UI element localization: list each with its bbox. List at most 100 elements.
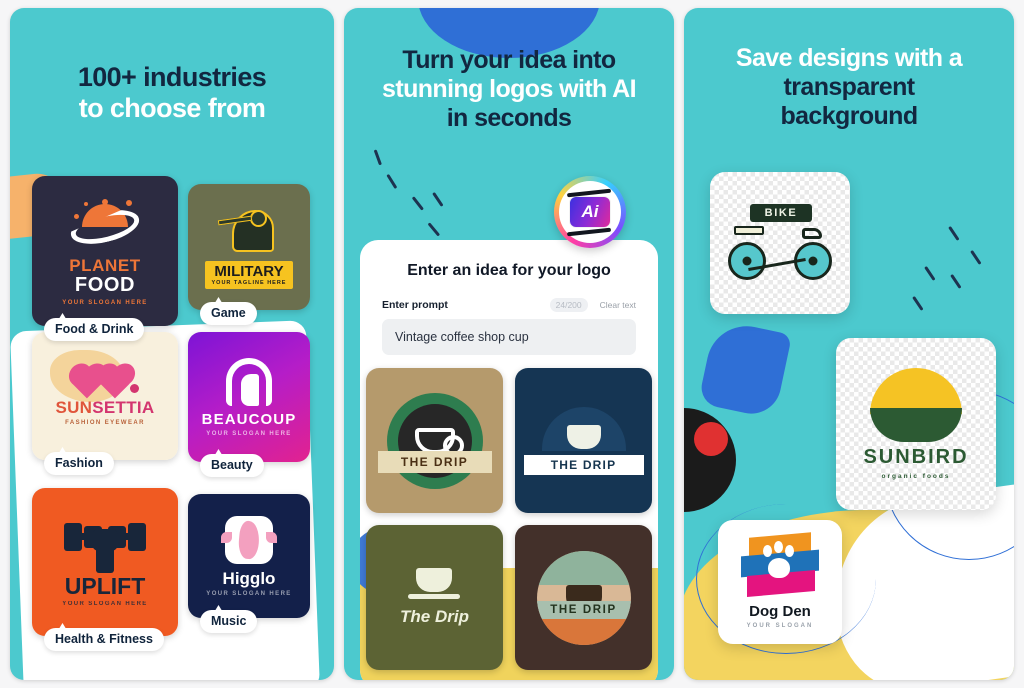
logo-name: SUNSETTIA bbox=[55, 398, 155, 417]
ai-badge: Ai bbox=[554, 176, 626, 248]
logo-slogan: YOUR SLOGAN HERE bbox=[62, 300, 148, 306]
logo-artwork-uplift: UPLIFT YOUR SLOGAN HERE bbox=[32, 488, 178, 636]
logo-name: MILITARY bbox=[214, 262, 284, 280]
soldier-icon bbox=[216, 206, 282, 258]
ai-badge-inner: Ai bbox=[559, 181, 621, 243]
harp-icon bbox=[221, 515, 277, 564]
prompt-label: Enter prompt bbox=[382, 299, 448, 311]
logo-name-line-1: PLANET bbox=[69, 256, 141, 275]
app-store-screenshot-gallery: 100+ industries to choose from PLANET FO… bbox=[0, 0, 1024, 688]
logo-artwork-bike: BIKE bbox=[724, 204, 836, 282]
logo-slogan: organic foods bbox=[881, 473, 951, 480]
logo-artwork-drip-retro: THE DRIP bbox=[536, 550, 631, 645]
clear-text-button[interactable]: Clear text bbox=[600, 300, 636, 310]
logo-slogan: YOUR SLOGAN HERE bbox=[62, 601, 148, 607]
logo-name: The Drip bbox=[400, 607, 469, 626]
logo-artwork-sunbird bbox=[860, 368, 972, 442]
page-title: 100+ industries to choose from bbox=[10, 8, 334, 124]
logo-name: Higglo bbox=[222, 568, 276, 588]
prompt-input[interactable]: Vintage coffee shop cup bbox=[382, 319, 636, 355]
dumbbell-fist-icon bbox=[62, 517, 148, 575]
ai-bar-top-icon bbox=[566, 188, 612, 197]
industry-card-health-fitness[interactable]: UPLIFT YOUR SLOGAN HERE Health & Fitness bbox=[32, 488, 178, 651]
saucer-icon bbox=[408, 594, 461, 599]
headline-line-1: 100+ industries bbox=[77, 62, 267, 92]
generated-logo-card-4[interactable]: THE DRIP bbox=[515, 525, 652, 670]
paw-print-icon bbox=[763, 541, 797, 587]
panel-ai-generator: Turn your idea into stunning logos with … bbox=[344, 8, 674, 680]
headline-line-2: transparent bbox=[783, 72, 916, 101]
prompt-meta: 24/200 Clear text bbox=[549, 298, 636, 312]
headline-line-1: Turn your idea into bbox=[402, 46, 616, 74]
generated-logo-card-3[interactable]: The Drip bbox=[366, 525, 503, 670]
industry-card-grid: PLANET FOOD YOUR SLOGAN HERE Food & Drin… bbox=[32, 176, 312, 651]
coffee-cup-icon bbox=[416, 568, 453, 592]
headline-line-3: background bbox=[780, 101, 918, 130]
logo-slogan: YOUR SLOGAN bbox=[746, 623, 814, 629]
headline-line-2: to choose from bbox=[78, 93, 266, 124]
industry-tag-game: Game bbox=[200, 302, 257, 325]
logo-name: Dog Den bbox=[749, 603, 811, 620]
headline-line-2: stunning logos with AI bbox=[382, 74, 636, 103]
logo-name: THE DRIP bbox=[523, 454, 644, 475]
logo-artwork-sunsettia: SUNSETTIA FASHION EYEWEAR bbox=[32, 332, 178, 460]
transparent-card-sunbird[interactable]: SUNBIRD organic foods bbox=[836, 338, 996, 510]
logo-nameplate: MILITARY YOUR TAGLINE HERE bbox=[204, 260, 294, 289]
logo-name: THE DRIP bbox=[377, 450, 492, 473]
decor-dashes bbox=[368, 149, 478, 244]
logo-artwork-drip-badge: THE DRIP bbox=[377, 392, 492, 489]
ai-bar-bottom-icon bbox=[566, 227, 612, 236]
logo-artwork-dog-den bbox=[737, 532, 823, 597]
logo-artwork-drip-crest: THE DRIP bbox=[523, 406, 644, 475]
industry-card-fashion[interactable]: SUNSETTIA FASHION EYEWEAR Fashion bbox=[32, 332, 178, 475]
logo-artwork-planet-food: PLANET FOOD YOUR SLOGAN HERE bbox=[32, 176, 178, 326]
logo-name: BIKE bbox=[750, 204, 812, 222]
planet-icon bbox=[68, 196, 142, 252]
industry-tag-beauty: Beauty bbox=[200, 454, 264, 477]
headline-line-1: Save designs with a bbox=[735, 44, 963, 72]
logo-artwork-military: MILITARY YOUR TAGLINE HERE bbox=[188, 184, 310, 310]
logo-artwork-higglo: Higglo YOUR SLOGAN HERE bbox=[188, 494, 310, 618]
coffee-cup-icon bbox=[566, 424, 601, 449]
industry-card-music[interactable]: Higglo YOUR SLOGAN HERE Music bbox=[188, 494, 310, 633]
page-title: Save designs with a transparent backgrou… bbox=[684, 8, 1014, 130]
woman-silhouette-icon bbox=[226, 357, 272, 406]
logo-name-line-2: FOOD bbox=[74, 274, 136, 296]
logo-artwork-beaucoup: BEAUCOUP YOUR SLOGAN HERE bbox=[188, 332, 310, 462]
logo-name: BEAUCOUP bbox=[201, 410, 297, 428]
industry-card-game[interactable]: MILITARY YOUR TAGLINE HERE Game bbox=[188, 184, 310, 325]
panel-transparent-background: Save designs with a transparent backgrou… bbox=[684, 8, 1014, 680]
leaf-icon bbox=[870, 408, 962, 442]
logo-name: THE DRIP bbox=[536, 600, 631, 619]
generated-logo-card-2[interactable]: THE DRIP bbox=[515, 368, 652, 513]
sunglasses-icon bbox=[72, 366, 139, 399]
decor-top-arc bbox=[536, 550, 631, 585]
transparent-card-dog-den[interactable]: Dog Den YOUR SLOGAN bbox=[718, 520, 842, 644]
decor-dashes bbox=[892, 225, 992, 318]
decor-dark-circle bbox=[684, 408, 736, 512]
logo-name: SUNBIRD bbox=[863, 446, 969, 468]
industry-tag-food-drink: Food & Drink bbox=[44, 318, 145, 341]
industry-card-food-drink[interactable]: PLANET FOOD YOUR SLOGAN HERE Food & Drin… bbox=[32, 176, 178, 341]
industry-tag-health-fitness: Health & Fitness bbox=[44, 628, 164, 651]
logo-slogan: YOUR TAGLINE HERE bbox=[211, 279, 287, 286]
sunburst-icon bbox=[541, 406, 626, 451]
logo-slogan: FASHION EYEWEAR bbox=[65, 420, 145, 426]
panel-industries: 100+ industries to choose from PLANET FO… bbox=[10, 8, 334, 680]
generated-logo-grid: THE DRIP THE DRIP The Drip THE DRIP bbox=[360, 368, 658, 670]
character-counter: 24/200 bbox=[549, 298, 588, 312]
ai-tile-label: Ai bbox=[570, 197, 610, 227]
page-title: Turn your idea into stunning logos with … bbox=[344, 8, 674, 132]
decor-bottom-arc bbox=[536, 618, 631, 645]
industry-tag-music: Music bbox=[200, 610, 258, 633]
industry-tag-fashion: Fashion bbox=[44, 452, 114, 475]
transparent-card-bike[interactable]: BIKE bbox=[710, 172, 850, 314]
headline-line-3: in seconds bbox=[446, 103, 572, 132]
industry-card-beauty[interactable]: BEAUCOUP YOUR SLOGAN HERE Beauty bbox=[188, 332, 310, 477]
prompt-row: Enter prompt 24/200 Clear text bbox=[360, 280, 658, 312]
logo-artwork-drip-wreath: The Drip bbox=[400, 568, 469, 627]
logo-slogan: YOUR SLOGAN HERE bbox=[206, 430, 292, 437]
logo-name: UPLIFT bbox=[64, 573, 146, 599]
generated-logo-card-1[interactable]: THE DRIP bbox=[366, 368, 503, 513]
logo-slogan: YOUR SLOGAN HERE bbox=[206, 590, 292, 597]
